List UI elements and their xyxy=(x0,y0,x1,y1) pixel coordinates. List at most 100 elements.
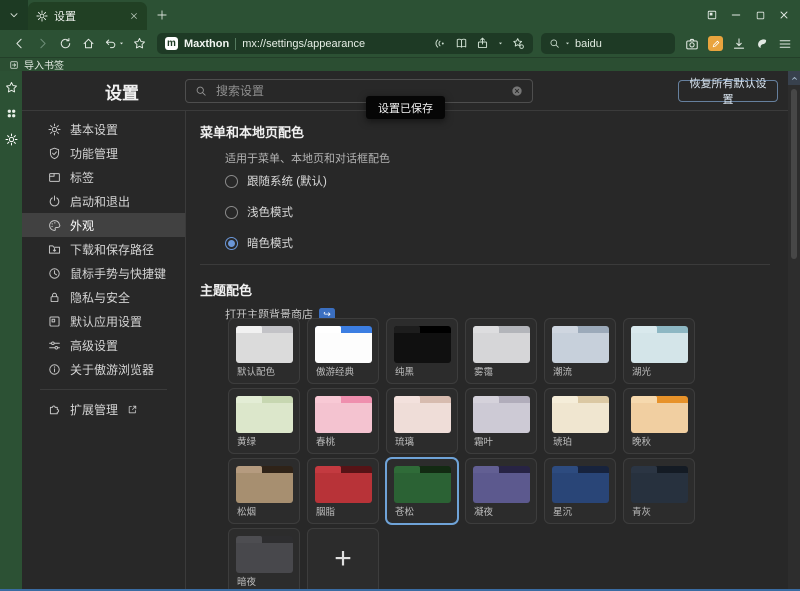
sidebar-item[interactable]: 鼠标手势与快捷键 xyxy=(22,261,185,285)
sidebar-item[interactable]: 外观 xyxy=(22,213,185,237)
theme-tile[interactable]: 霜叶 xyxy=(465,388,537,454)
url-text[interactable]: mx://settings/appearance xyxy=(242,38,428,50)
screenshot-icon[interactable] xyxy=(685,37,699,51)
settings-panel-icon[interactable] xyxy=(5,133,18,146)
lock-icon xyxy=(48,291,61,304)
theme-tile[interactable]: 默认配色 xyxy=(228,318,300,384)
clock-icon xyxy=(48,267,61,280)
theme-tile[interactable]: 潮流 xyxy=(544,318,616,384)
favorites-panel-icon[interactable] xyxy=(5,81,18,94)
theme-tile[interactable]: 青灰 xyxy=(623,458,695,524)
tab-list-button[interactable] xyxy=(0,0,28,30)
scrollbar-thumb[interactable] xyxy=(791,89,797,259)
sidebar-item[interactable]: 基本设置 xyxy=(22,117,185,141)
theme-tile[interactable]: 胭脂 xyxy=(307,458,379,524)
bookmarks-bar: 导入书签 xyxy=(0,57,800,71)
extension-label: 扩展管理 xyxy=(70,401,118,418)
undo-icon xyxy=(104,37,117,50)
apps-panel-icon[interactable] xyxy=(5,107,18,120)
chevron-up-icon xyxy=(791,75,798,82)
sidebar-item-label: 外观 xyxy=(70,217,94,234)
close-window-button[interactable] xyxy=(772,0,796,30)
theme-name: 暗夜 xyxy=(237,574,256,588)
gear-icon xyxy=(36,10,48,22)
color-mode-option[interactable]: 暗色模式 xyxy=(225,235,327,251)
theme-tile[interactable]: 雾霭 xyxy=(465,318,537,384)
reload-button[interactable] xyxy=(54,32,77,55)
settings-search-input[interactable] xyxy=(214,83,504,99)
sidebar-item[interactable]: 高级设置 xyxy=(22,333,185,357)
download-icon[interactable] xyxy=(732,37,746,51)
sidebar-item[interactable]: 隐私与安全 xyxy=(22,285,185,309)
puzzle-icon xyxy=(48,403,61,416)
home-button[interactable] xyxy=(77,32,100,55)
maximize-button[interactable] xyxy=(748,0,772,30)
theme-tile[interactable]: 松烟 xyxy=(228,458,300,524)
theme-swatch xyxy=(631,466,688,503)
main-menu-icon[interactable] xyxy=(778,37,792,51)
theme-section-title: 主题配色 xyxy=(200,280,252,299)
forward-button[interactable] xyxy=(31,32,54,55)
sidebar-item-extensions[interactable]: 扩展管理 xyxy=(22,397,185,421)
theme-tile[interactable]: 苍松 xyxy=(386,458,458,524)
theme-tile[interactable]: 琉璃 xyxy=(386,388,458,454)
sidebar-item[interactable]: 关于傲游浏览器 xyxy=(22,357,185,381)
scroll-up-button[interactable] xyxy=(788,71,800,85)
color-mode-option[interactable]: 浅色模式 xyxy=(225,204,327,220)
theme-name: 琥珀 xyxy=(553,434,572,448)
search-engine-value[interactable]: baidu xyxy=(575,38,602,50)
address-bar[interactable]: m Maxthon mx://settings/appearance xyxy=(157,33,533,54)
theme-tile[interactable]: 纯黑 xyxy=(386,318,458,384)
sidebar-item[interactable]: 默认应用设置 xyxy=(22,309,185,333)
radio-button[interactable] xyxy=(225,237,238,250)
theme-tile[interactable]: 星沉 xyxy=(544,458,616,524)
back-button[interactable] xyxy=(8,32,31,55)
sidebar-item[interactable]: 功能管理 xyxy=(22,141,185,165)
note-button[interactable] xyxy=(708,36,723,51)
add-theme-tile[interactable]: + xyxy=(307,528,379,591)
settings-search-box[interactable] xyxy=(185,79,533,103)
clear-search-icon[interactable] xyxy=(511,85,523,97)
theme-swatch xyxy=(236,536,293,573)
quick-search-box[interactable]: baidu xyxy=(541,33,675,54)
quill-icon[interactable] xyxy=(755,37,769,51)
new-tab-button[interactable] xyxy=(147,0,177,30)
theme-swatch xyxy=(236,396,293,433)
tab-close-icon[interactable] xyxy=(129,11,139,21)
theme-tile[interactable]: 晚秋 xyxy=(623,388,695,454)
radio-button[interactable] xyxy=(225,206,238,219)
sidebar-item[interactable]: 标签 xyxy=(22,165,185,189)
restore-defaults-button[interactable]: 恢复所有默认设置 xyxy=(678,80,778,102)
theme-tile[interactable]: 湖光 xyxy=(623,318,695,384)
content-divider xyxy=(200,264,770,265)
scrollbar[interactable] xyxy=(788,71,800,591)
share-icon[interactable] xyxy=(476,37,489,50)
brand-label: Maxthon xyxy=(184,38,229,50)
caret-down-icon[interactable] xyxy=(497,40,504,47)
read-aloud-icon[interactable] xyxy=(434,37,447,50)
reader-mode-icon[interactable] xyxy=(455,37,468,50)
theme-tile[interactable]: 黄绿 xyxy=(228,388,300,454)
theme-tile[interactable]: 春桃 xyxy=(307,388,379,454)
sidebar-item[interactable]: 启动和退出 xyxy=(22,189,185,213)
import-bookmarks-button[interactable]: 导入书签 xyxy=(24,57,64,72)
settings-sidebar-items: 基本设置功能管理标签启动和退出外观下载和保存路径鼠标手势与快捷键隐私与安全默认应… xyxy=(22,117,185,381)
color-mode-option[interactable]: 跟随系统 (默认) xyxy=(225,173,327,189)
undo-close-tab-button[interactable] xyxy=(100,37,128,50)
favorite-button[interactable] xyxy=(128,32,151,55)
search-icon xyxy=(195,85,207,97)
folder-download-icon xyxy=(48,243,61,256)
caret-down-icon[interactable] xyxy=(564,40,571,47)
theme-tile[interactable]: 傲游经典 xyxy=(307,318,379,384)
theme-swatch xyxy=(552,396,609,433)
favorites-settings-icon[interactable] xyxy=(512,37,525,50)
theme-tile[interactable]: 琥珀 xyxy=(544,388,616,454)
sidebar-item[interactable]: 下载和保存路径 xyxy=(22,237,185,261)
theme-tile[interactable]: 暗夜 xyxy=(228,528,300,591)
active-tab-settings[interactable]: 设置 xyxy=(28,2,147,30)
minimize-button[interactable] xyxy=(724,0,748,30)
theme-tile[interactable]: 凝夜 xyxy=(465,458,537,524)
radio-button[interactable] xyxy=(225,175,238,188)
workspace-button[interactable] xyxy=(700,0,724,30)
caret-down-icon xyxy=(118,40,125,47)
